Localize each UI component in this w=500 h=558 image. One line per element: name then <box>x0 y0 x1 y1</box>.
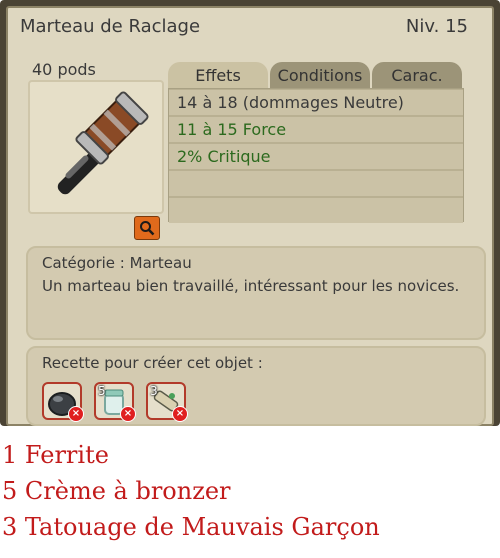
missing-ingredient-icon: × <box>120 406 136 422</box>
effect-row-damage: 14 à 18 (dommages Neutre) <box>169 90 463 115</box>
description-box: Catégorie : Marteau Un marteau bien trav… <box>26 246 486 340</box>
ingredient-tattoo[interactable]: 3 × <box>146 382 188 422</box>
item-tooltip: Marteau de Raclage Niv. 15 40 pods Effet… <box>0 0 500 426</box>
tab-effects[interactable]: Effets <box>168 62 268 88</box>
ingredient-ferrite[interactable]: × <box>42 382 84 422</box>
effect-row-empty <box>169 171 463 196</box>
caption-line: 3 Tatouage de Mauvais Garçon <box>2 513 380 541</box>
ingredient-quantity: 3 <box>150 384 158 398</box>
missing-ingredient-icon: × <box>172 406 188 422</box>
item-image-frame <box>28 80 164 214</box>
missing-ingredient-icon: × <box>68 406 84 422</box>
tab-conditions[interactable]: Conditions <box>270 62 370 88</box>
effect-row-empty <box>169 198 463 223</box>
tab-carac[interactable]: Carac. <box>372 62 462 88</box>
item-tooltip-body: Marteau de Raclage Niv. 15 40 pods Effet… <box>6 6 494 426</box>
recipe-box: Recette pour créer cet objet : × 5 × 3 × <box>26 346 486 426</box>
magnifier-icon <box>140 221 155 236</box>
item-name: Marteau de Raclage <box>20 16 201 37</box>
item-category: Catégorie : Marteau <box>42 254 192 272</box>
effect-row-strength: 11 à 15 Force <box>169 117 463 142</box>
item-level: Niv. 15 <box>405 16 468 37</box>
caption-line: 1 Ferrite <box>2 441 109 469</box>
effects-list: 14 à 18 (dommages Neutre) 11 à 15 Force … <box>168 88 464 223</box>
item-description: Un marteau bien travaillé, intéressant p… <box>42 277 460 295</box>
hammer-icon <box>57 91 149 195</box>
recipe-title: Recette pour créer cet objet : <box>42 354 263 372</box>
effect-row-critical: 2% Critique <box>169 144 463 169</box>
ingredient-sunscreen[interactable]: 5 × <box>94 382 136 422</box>
item-weight: 40 pods <box>32 60 96 79</box>
ingredient-quantity: 5 <box>98 384 106 398</box>
caption-line: 5 Crème à bronzer <box>2 477 231 505</box>
zoom-button[interactable] <box>134 216 160 240</box>
